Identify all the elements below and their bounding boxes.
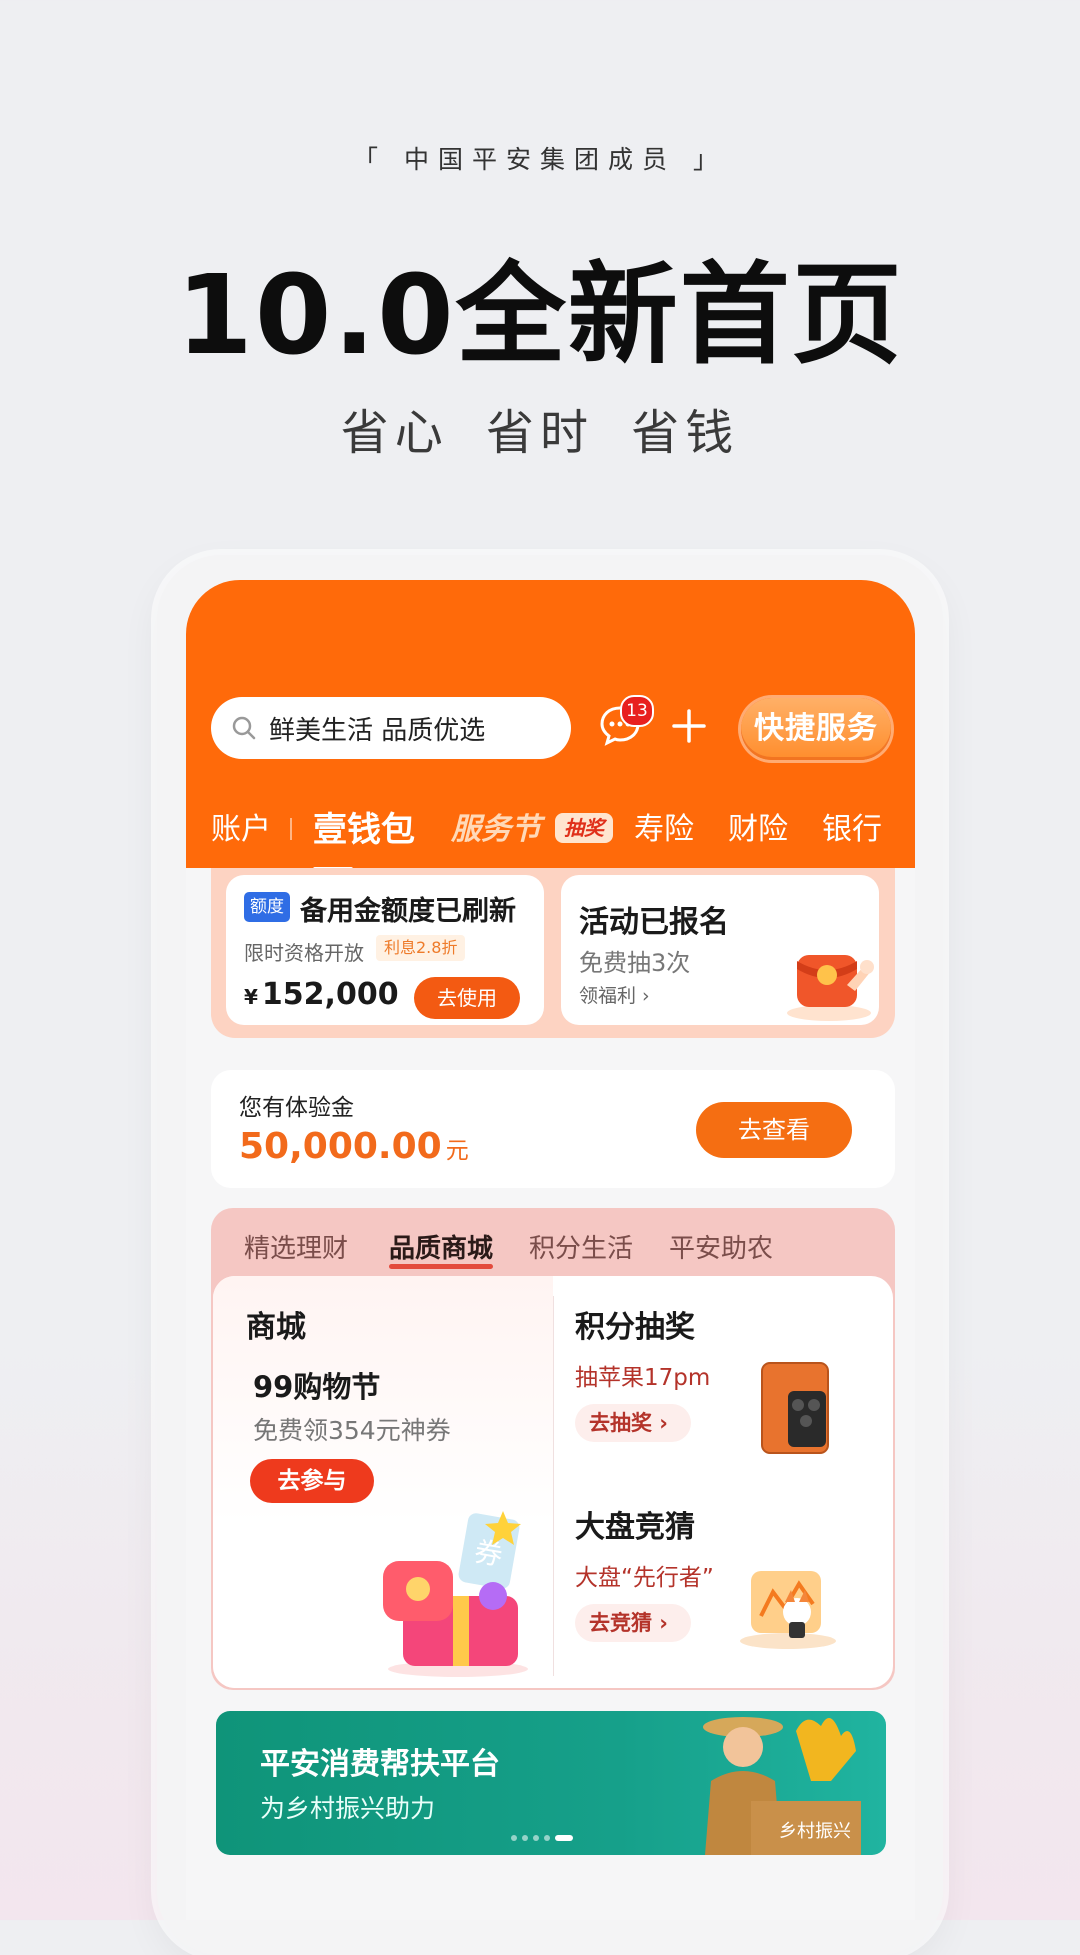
- gift-coupon-illustration: 券: [383, 1511, 528, 1677]
- carousel-dot[interactable]: [522, 1835, 528, 1841]
- draw-button[interactable]: 去抽奖 ›: [575, 1404, 691, 1442]
- mall-content: 商城 99购物节 免费领354元神券 去参与 券 积分抽奖 抽苹果17pm 去抽…: [213, 1276, 893, 1688]
- join-button[interactable]: 去参与: [250, 1459, 374, 1503]
- banner-title: 平安消费帮扶平台: [260, 1747, 500, 1782]
- promo-cards: 额度 备用金额度已刷新 限时资格开放 利息2.8折 ¥152,000 去使用 活…: [211, 868, 895, 1038]
- carousel-dot[interactable]: [533, 1835, 539, 1841]
- view-button[interactable]: 去查看: [696, 1102, 852, 1158]
- experience-unit: 元: [445, 1138, 469, 1164]
- tab-service-festival[interactable]: 服务节: [451, 800, 541, 860]
- shopping-festival-title: 99购物节: [253, 1370, 381, 1404]
- mall-divider: [553, 1296, 554, 1676]
- search-bar[interactable]: 鲜美生活 品质优选: [211, 697, 571, 759]
- tab-property-insurance[interactable]: 财险: [728, 800, 788, 860]
- svg-text:券: 券: [472, 1535, 505, 1572]
- message-badge: 13: [620, 695, 654, 727]
- rural-support-banner[interactable]: 平安消费帮扶平台 为乡村振兴助力 乡村振兴: [216, 1711, 886, 1855]
- tab-divider: [290, 818, 292, 840]
- coupon-text: 免费领354元神券: [253, 1416, 451, 1445]
- subline-2: 省时: [485, 405, 594, 461]
- amount-value: 152,000: [261, 977, 399, 1012]
- tab-wallet[interactable]: 壹钱包: [313, 800, 415, 860]
- carousel-dot[interactable]: [511, 1835, 517, 1841]
- app-screen: 鲜美生活 品质优选 13 快捷服务 账户 壹钱包 服务节 寿险 财险 银行 抽奖…: [186, 580, 915, 1920]
- tab-bank[interactable]: 银行: [822, 800, 882, 860]
- experience-value: 50,000.00: [239, 1126, 442, 1167]
- experience-amount: 50,000.00 元: [239, 1126, 469, 1167]
- lottery-tag: 抽奖: [555, 813, 613, 843]
- use-button[interactable]: 去使用: [414, 977, 520, 1019]
- reserve-amount: ¥152,000: [244, 977, 399, 1012]
- carousel-dot-active[interactable]: [555, 1835, 573, 1841]
- subline-3: 省钱: [631, 405, 740, 461]
- experience-gold-card[interactable]: 您有体验金 50,000.00 元 去查看: [211, 1070, 895, 1188]
- currency-symbol: ¥: [244, 985, 258, 1009]
- banner-subtitle: 为乡村振兴助力: [260, 1794, 436, 1823]
- reserve-title: 备用金额度已刷新: [300, 896, 516, 927]
- activity-subtitle: 免费抽3次: [579, 949, 691, 977]
- tab-quality-mall[interactable]: 品质商城: [389, 1228, 493, 1265]
- carousel-indicator: [511, 1835, 573, 1841]
- guess-button[interactable]: 去竞猜 ›: [575, 1604, 691, 1642]
- app-header: 鲜美生活 品质优选 13 快捷服务 账户 壹钱包 服务节 寿险 财险 银行 抽奖: [186, 580, 915, 871]
- search-placeholder: 鲜美生活 品质优选: [269, 715, 486, 746]
- quota-tag: 额度: [244, 892, 290, 922]
- mall-left-panel[interactable]: 商城 99购物节 免费领354元神券 去参与 券: [213, 1276, 553, 1688]
- activity-title: 活动已报名: [579, 905, 729, 940]
- plus-icon[interactable]: [671, 708, 707, 744]
- headline: 10.0全新首页: [176, 251, 904, 379]
- phone-product-image: [761, 1362, 829, 1454]
- tab-life-insurance[interactable]: 寿险: [634, 800, 694, 860]
- mall-title: 商城: [246, 1310, 306, 1345]
- top-tagline: 「 中国平安集团成员 」: [353, 145, 727, 174]
- tab-selected-finance[interactable]: 精选理财: [244, 1228, 348, 1265]
- quick-service-button[interactable]: 快捷服务: [741, 698, 891, 760]
- market-guess-desc: 大盘“先行者”: [575, 1565, 714, 1591]
- search-icon: [232, 716, 256, 740]
- carousel-dot[interactable]: [544, 1835, 550, 1841]
- reserve-fund-card[interactable]: 额度 备用金额度已刷新 限时资格开放 利息2.8折 ¥152,000 去使用: [226, 875, 544, 1025]
- tab-points-life[interactable]: 积分生活: [529, 1228, 633, 1265]
- points-lottery-desc: 抽苹果17pm: [575, 1365, 711, 1391]
- subline: 省心 省时 省钱: [0, 393, 1080, 463]
- box-label: 乡村振兴: [779, 1821, 851, 1842]
- activity-card[interactable]: 活动已报名 免费抽3次 领福利 ›: [561, 875, 879, 1025]
- rate-badge: 利息2.8折: [376, 935, 466, 961]
- mall-tab-indicator: [389, 1264, 493, 1269]
- reserve-subtitle: 限时资格开放: [244, 941, 364, 965]
- subline-1: 省心: [340, 405, 449, 461]
- mall-section: 精选理财 品质商城 积分生活 平安助农 商城 99购物节 免费领354元神券 去…: [211, 1208, 895, 1690]
- market-guess-title: 大盘竞猜: [575, 1510, 695, 1545]
- tab-agriculture[interactable]: 平安助农: [669, 1228, 773, 1265]
- tab-account[interactable]: 账户: [211, 800, 271, 860]
- red-envelope-illustration: [787, 955, 874, 1021]
- benefits-link[interactable]: 领福利 ›: [579, 981, 650, 1008]
- farmer-illustration: 乡村振兴: [703, 1717, 861, 1855]
- top-tabs: 账户 壹钱包 服务节 寿险 财险 银行: [186, 800, 915, 860]
- points-lottery-title: 积分抽奖: [575, 1310, 695, 1345]
- experience-label: 您有体验金: [239, 1095, 354, 1121]
- fox-mascot-illustration: [740, 1571, 836, 1649]
